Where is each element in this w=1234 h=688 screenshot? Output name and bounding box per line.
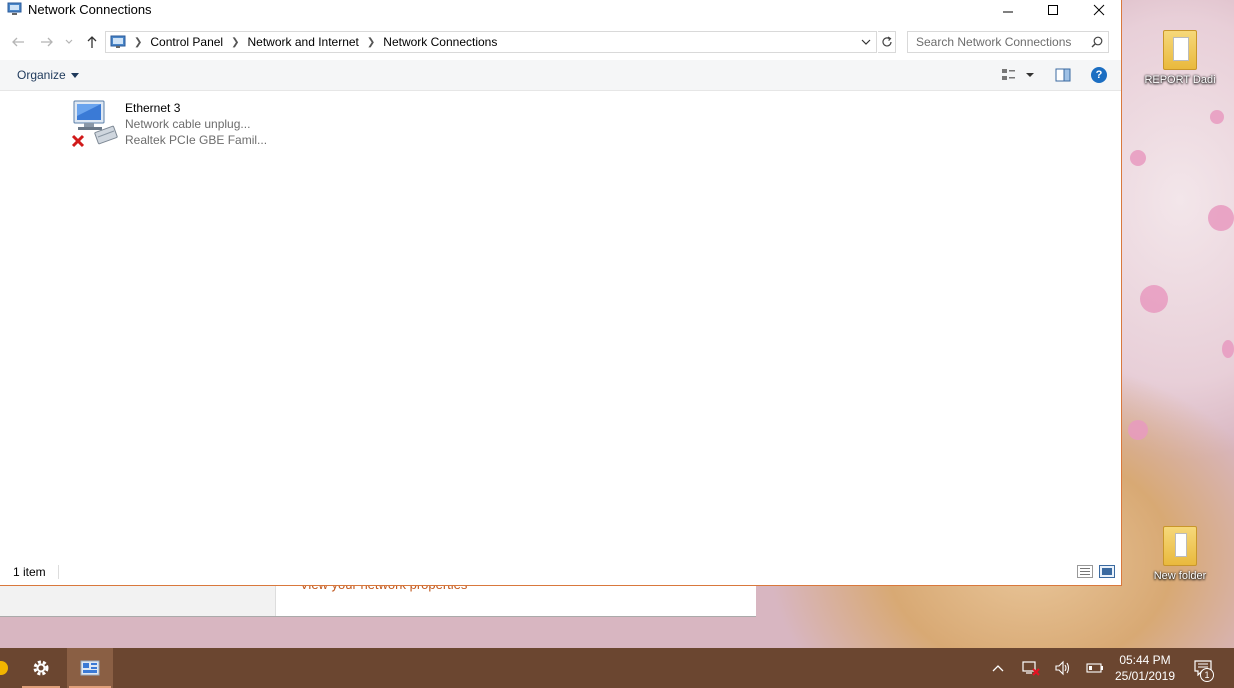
volume-button[interactable] [1051,648,1075,688]
control-panel-icon [110,35,126,48]
connection-device: Realtek PCIe GBE Famil... [125,133,268,147]
organize-button[interactable]: Organize [17,68,79,82]
status-separator [58,565,59,579]
taskbar-settings[interactable] [20,648,62,688]
network-connections-window: Network Connections ❯ Control Panel ❯ Ne… [0,0,1122,586]
background-window-sidebar [0,586,276,616]
gear-icon [33,660,49,676]
connection-text: Ethernet 3 Network cable unplug... Realt… [125,100,267,148]
details-view-icon[interactable] [1077,565,1093,578]
search-icon[interactable] [1091,36,1103,48]
connection-item-ethernet-3[interactable]: Ethernet 3 Network cable unplug... Realt… [70,99,270,151]
wallpaper-dot [1128,420,1148,440]
minimize-button[interactable] [985,0,1031,20]
taskbar-network-connections[interactable] [67,648,113,688]
breadcrumb-network-connections[interactable]: Network Connections [383,35,497,49]
network-disconnected-icon [1022,661,1040,676]
wallpaper-dot [1208,205,1234,231]
search-box[interactable] [907,31,1109,53]
close-icon [1093,4,1105,16]
battery-button[interactable] [1083,648,1107,688]
chevron-down-icon [65,39,73,44]
forward-arrow-icon [41,37,53,47]
back-button[interactable] [10,34,26,50]
close-button[interactable] [1076,0,1122,20]
breadcrumb-control-panel[interactable]: Control Panel [150,35,223,49]
large-icons-view-icon[interactable] [1099,565,1115,578]
refresh-icon [881,36,892,47]
folder-icon [1163,30,1197,70]
connection-status: Network cable unplug... [125,117,251,131]
window-title: Network Connections [28,2,152,17]
title-bar[interactable]: Network Connections [0,0,1121,20]
search-input[interactable] [916,34,1086,50]
network-connections-app-icon [7,2,22,15]
chevron-down-icon [1026,73,1034,77]
network-connections-taskbar-icon [80,660,100,676]
minimize-icon [1003,11,1013,13]
desktop-icon-new-folder[interactable]: New folder [1140,526,1220,582]
notification-count-badge: 1 [1200,668,1214,682]
breadcrumb-network-and-internet[interactable]: Network and Internet [248,35,359,49]
folder-icon [1163,526,1197,566]
background-window: View your network properties [0,577,756,617]
action-center-button[interactable]: 1 [1188,648,1218,688]
preview-pane-icon [1055,68,1071,82]
wallpaper-dot [1130,150,1146,166]
maximize-button[interactable] [1030,0,1076,20]
clock-date: 25/01/2019 [1114,669,1176,683]
refresh-button[interactable] [878,31,896,53]
connection-name: Ethernet 3 [125,101,181,115]
address-row: ❯ Control Panel ❯ Network and Internet ❯… [0,30,1121,54]
clock-time: 05:44 PM [1119,653,1171,667]
organize-label: Organize [17,68,66,82]
desktop-icon-report-dadi[interactable]: REPORT Dadi [1140,30,1220,86]
desktop-icon-label: REPORT Dadi [1144,74,1216,86]
address-bar[interactable]: ❯ Control Panel ❯ Network and Internet ❯… [105,31,877,53]
help-icon: ? [1091,67,1107,83]
chevron-up-icon [992,665,1004,672]
desktop-icon-label: New folder [1153,570,1207,582]
breadcrumb-separator[interactable]: ❯ [367,37,375,48]
breadcrumb-separator[interactable]: ❯ [231,37,239,48]
help-button[interactable]: ? [1090,66,1108,84]
caret-down-icon [70,72,79,78]
up-button[interactable] [84,34,100,50]
taskbar: 05:44 PM 25/01/2019 1 [0,648,1234,688]
chevron-down-icon [861,39,871,45]
breadcrumb: ❯ Control Panel ❯ Network and Internet ❯… [110,32,497,52]
back-arrow-icon [12,37,24,47]
preview-pane-button[interactable] [1053,66,1073,84]
recent-locations-button[interactable] [63,34,75,50]
breadcrumb-separator[interactable]: ❯ [134,37,142,48]
file-list: Ethernet 3 Network cable unplug... Realt… [0,91,1121,559]
clock[interactable]: 05:44 PM 25/01/2019 [1110,652,1180,684]
maximize-icon [1048,5,1058,15]
view-options-icon [1002,69,1015,80]
ethernet-disconnected-icon [71,100,118,148]
battery-icon [1086,663,1103,673]
item-count: 1 item [13,565,46,579]
wallpaper-dot [1140,285,1168,313]
speaker-icon [1055,660,1070,676]
wallpaper-dot [1222,340,1234,358]
show-hidden-icons-button[interactable] [988,648,1008,688]
wallpaper-dot [1210,110,1224,124]
address-history-button[interactable] [860,36,874,50]
taskbar-app-partial[interactable] [0,648,8,688]
network-tray-button[interactable] [1019,648,1043,688]
status-bar: 1 item [0,559,1121,585]
command-bar: Organize ? [0,60,1121,91]
up-arrow-icon [87,36,97,48]
change-view-button[interactable] [999,66,1039,84]
forward-button[interactable] [39,34,55,50]
